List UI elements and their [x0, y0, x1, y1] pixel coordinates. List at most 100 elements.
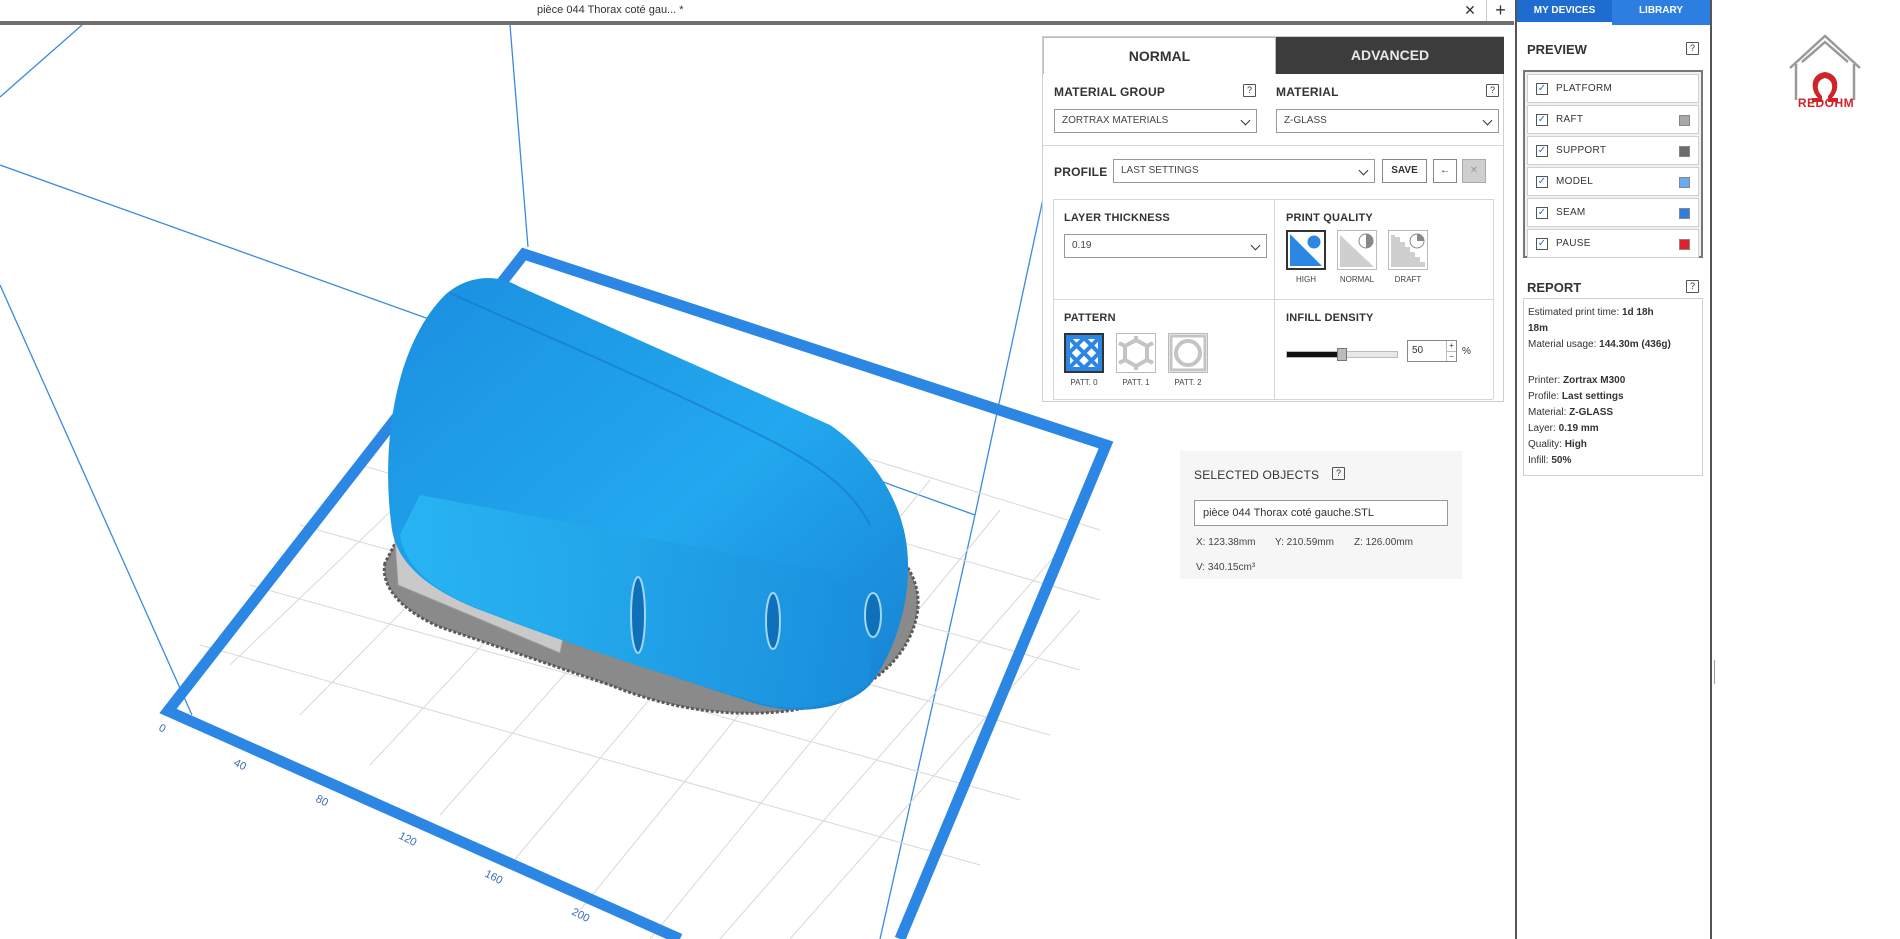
quality-high-label: HIGH: [1296, 275, 1316, 284]
report-printer: Printer: Zortrax M300: [1528, 375, 1625, 386]
report-label: Material usage:: [1528, 339, 1597, 350]
logo-text: REDOHM: [1797, 96, 1855, 110]
checkbox-icon[interactable]: ✓: [1536, 145, 1548, 157]
increment-icon[interactable]: +: [1446, 341, 1456, 351]
object-volume: V: 340.15cm³: [1196, 562, 1256, 573]
report-value: Z-GLASS: [1569, 407, 1614, 418]
pattern-2-option[interactable]: [1168, 333, 1208, 373]
axis-tick: 160: [483, 868, 505, 887]
report-label: Quality:: [1528, 439, 1562, 450]
print-quality-label: PRINT QUALITY: [1286, 212, 1373, 224]
axis-tick: 200: [570, 906, 592, 925]
close-tab-icon[interactable]: ✕: [1462, 2, 1478, 20]
preview-item-label: PLATFORM: [1556, 83, 1613, 94]
report-value: 0.19 mm: [1558, 423, 1599, 434]
document-tab-bar: pièce 044 Thorax coté gau... * ✕ +: [0, 0, 1514, 25]
preview-layer-list: ✓ PLATFORM ✓ RAFT ✓ SUPPORT ✓ MODEL ✓ SE…: [1523, 70, 1703, 258]
pattern-1-option[interactable]: [1116, 333, 1156, 373]
save-profile-button[interactable]: SAVE: [1382, 159, 1427, 183]
preview-help-icon[interactable]: ?: [1686, 42, 1699, 55]
report-value: 144.30m (436g): [1599, 339, 1671, 350]
chevron-down-icon: [1250, 240, 1261, 251]
quality-normal-option[interactable]: [1337, 230, 1377, 270]
quality-high-option[interactable]: [1286, 230, 1326, 270]
layer-thickness-label: LAYER THICKNESS: [1064, 212, 1170, 224]
preview-item-label: MODEL: [1556, 176, 1594, 187]
axis-tick: 0: [157, 722, 168, 735]
tab-normal[interactable]: NORMAL: [1043, 37, 1276, 74]
checkbox-icon[interactable]: ✓: [1536, 176, 1548, 188]
report-label: Layer:: [1528, 423, 1556, 434]
selected-objects-panel: SELECTED OBJECTS ? pièce 044 Thorax coté…: [1180, 451, 1462, 579]
report-print-time-cont: 18m: [1528, 323, 1548, 334]
checkbox-icon[interactable]: ✓: [1536, 207, 1548, 219]
decrement-icon[interactable]: −: [1446, 351, 1456, 361]
tab-advanced[interactable]: ADVANCED: [1276, 37, 1504, 74]
report-value: 50%: [1551, 455, 1572, 466]
report-material: Material: Z-GLASS: [1528, 407, 1613, 418]
object-x-dimension: X: 123.38mm: [1196, 537, 1256, 548]
material-label: MATERIAL: [1276, 85, 1339, 99]
color-swatch: [1679, 177, 1690, 188]
pattern-2-label: PATT. 2: [1174, 378, 1202, 387]
infill-slider-handle[interactable]: [1337, 348, 1347, 361]
report-panel: Estimated print time: 1d 18h 18m Materia…: [1523, 298, 1703, 476]
material-group-select[interactable]: ZORTRAX MATERIALS: [1054, 109, 1257, 133]
layer-thickness-select[interactable]: 0.19: [1064, 234, 1267, 258]
object-z-dimension: Z: 126.00mm: [1354, 537, 1413, 548]
color-swatch: [1679, 208, 1690, 219]
material-group-value: ZORTRAX MATERIALS: [1062, 115, 1169, 126]
infill-density-input[interactable]: 50 + −: [1407, 340, 1457, 362]
preview-item-label: SEAM: [1556, 207, 1586, 218]
pattern-grid-icon: [1066, 335, 1102, 371]
report-infill: Infill: 50%: [1528, 455, 1571, 466]
infill-unit: %: [1462, 346, 1471, 357]
quality-normal-label: NORMAL: [1339, 275, 1375, 284]
preview-item-raft[interactable]: ✓ RAFT: [1527, 105, 1699, 134]
material-group-help-icon[interactable]: ?: [1243, 84, 1256, 97]
axis-tick: 120: [397, 830, 419, 849]
material-value: Z-GLASS: [1284, 115, 1327, 126]
profile-value: LAST SETTINGS: [1121, 165, 1199, 176]
infill-density-slider[interactable]: [1286, 348, 1398, 361]
quality-draft-option[interactable]: [1388, 230, 1428, 270]
report-print-time: Estimated print time: 1d 18h: [1528, 307, 1654, 318]
pattern-round-icon: [1169, 334, 1207, 372]
delete-profile-icon[interactable]: ✕: [1462, 159, 1486, 183]
window-edge-marker: [1714, 660, 1715, 684]
material-select[interactable]: Z-GLASS: [1276, 109, 1499, 133]
report-value: High: [1564, 439, 1587, 450]
report-help-icon[interactable]: ?: [1686, 280, 1699, 293]
pattern-0-label: PATT. 0: [1070, 378, 1098, 387]
selected-objects-help-icon[interactable]: ?: [1332, 467, 1345, 480]
preview-item-platform[interactable]: ✓ PLATFORM: [1527, 74, 1699, 103]
report-label: Profile:: [1528, 391, 1560, 402]
add-tab-icon[interactable]: +: [1486, 0, 1514, 21]
preview-item-support[interactable]: ✓ SUPPORT: [1527, 136, 1699, 165]
report-layer: Layer: 0.19 mm: [1528, 423, 1599, 434]
document-tab-title[interactable]: pièce 044 Thorax coté gau... *: [537, 4, 684, 16]
divider: [1493, 199, 1494, 399]
divider: [1053, 199, 1493, 200]
checkbox-icon[interactable]: ✓: [1536, 114, 1548, 126]
tab-library[interactable]: LIBRARY: [1612, 0, 1710, 25]
layer-thickness-value: 0.19: [1072, 240, 1092, 251]
pattern-1-label: PATT. 1: [1122, 378, 1150, 387]
checkbox-icon[interactable]: ✓: [1536, 238, 1548, 250]
preview-item-seam[interactable]: ✓ SEAM: [1527, 198, 1699, 227]
pattern-0-option[interactable]: [1064, 333, 1104, 373]
selected-object-name-field[interactable]: pièce 044 Thorax coté gauche.STL: [1194, 500, 1448, 526]
revert-profile-icon[interactable]: ←: [1433, 159, 1457, 183]
report-value: 18m: [1528, 323, 1549, 334]
preview-item-model[interactable]: ✓ MODEL: [1527, 167, 1699, 196]
report-label: Printer:: [1528, 375, 1561, 386]
profile-select[interactable]: LAST SETTINGS: [1113, 159, 1375, 183]
tab-my-devices[interactable]: MY DEVICES: [1517, 0, 1612, 25]
material-help-icon[interactable]: ?: [1486, 84, 1499, 97]
divider: [1043, 145, 1503, 146]
report-value: Last settings: [1561, 391, 1624, 402]
checkbox-icon[interactable]: ✓: [1536, 83, 1548, 95]
preview-item-pause[interactable]: ✓ PAUSE: [1527, 229, 1699, 258]
preview-heading: PREVIEW: [1527, 42, 1587, 57]
axis-tick: 80: [314, 793, 330, 809]
